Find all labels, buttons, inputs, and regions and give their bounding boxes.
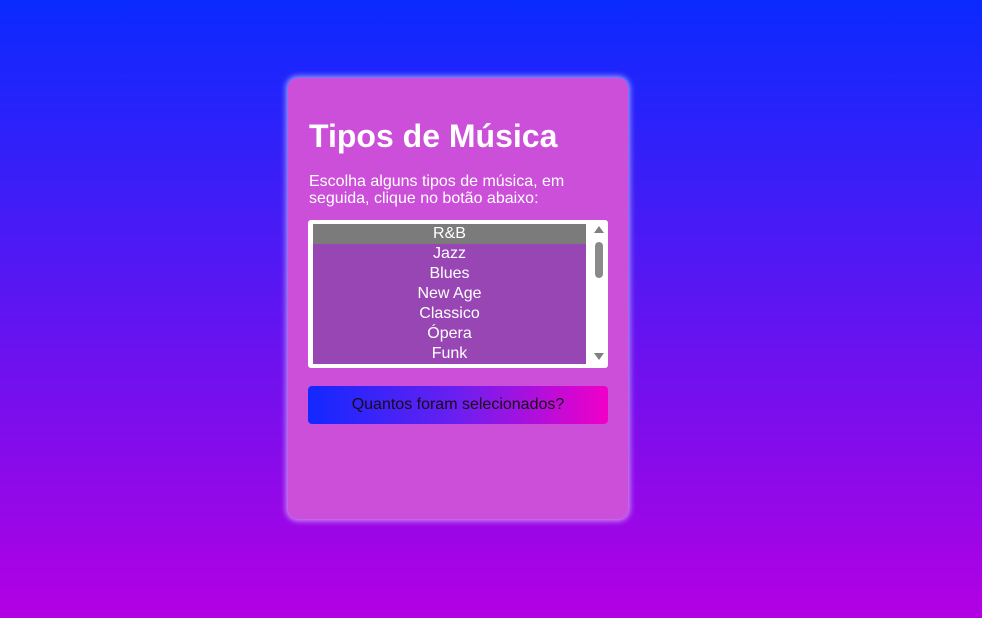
scroll-up-arrow-icon[interactable] xyxy=(594,226,604,233)
listbox-option-classico[interactable]: Classico xyxy=(313,304,586,324)
music-types-listbox[interactable]: R&B Jazz Blues New Age Classico Ópera Fu… xyxy=(308,220,608,368)
listbox-option-jazz[interactable]: Jazz xyxy=(313,244,586,264)
scrollbar-thumb[interactable] xyxy=(595,242,603,278)
music-form-card: Tipos de Música Escolha alguns tipos de … xyxy=(288,78,628,519)
listbox-option-funk[interactable]: Funk xyxy=(313,344,586,364)
listbox-option-rnb[interactable]: R&B xyxy=(313,224,586,244)
listbox-scrollbar[interactable] xyxy=(593,224,605,364)
scroll-down-arrow-icon[interactable] xyxy=(594,353,604,360)
page-title: Tipos de Música xyxy=(309,118,558,154)
listbox-option-blues[interactable]: Blues xyxy=(313,264,586,284)
count-selected-button[interactable]: Quantos foram selecionados? xyxy=(308,386,608,424)
instructions-text: Escolha alguns tipos de música, em segui… xyxy=(309,173,565,207)
listbox-option-new-age[interactable]: New Age xyxy=(313,284,586,304)
listbox-option-opera[interactable]: Ópera xyxy=(313,324,586,344)
